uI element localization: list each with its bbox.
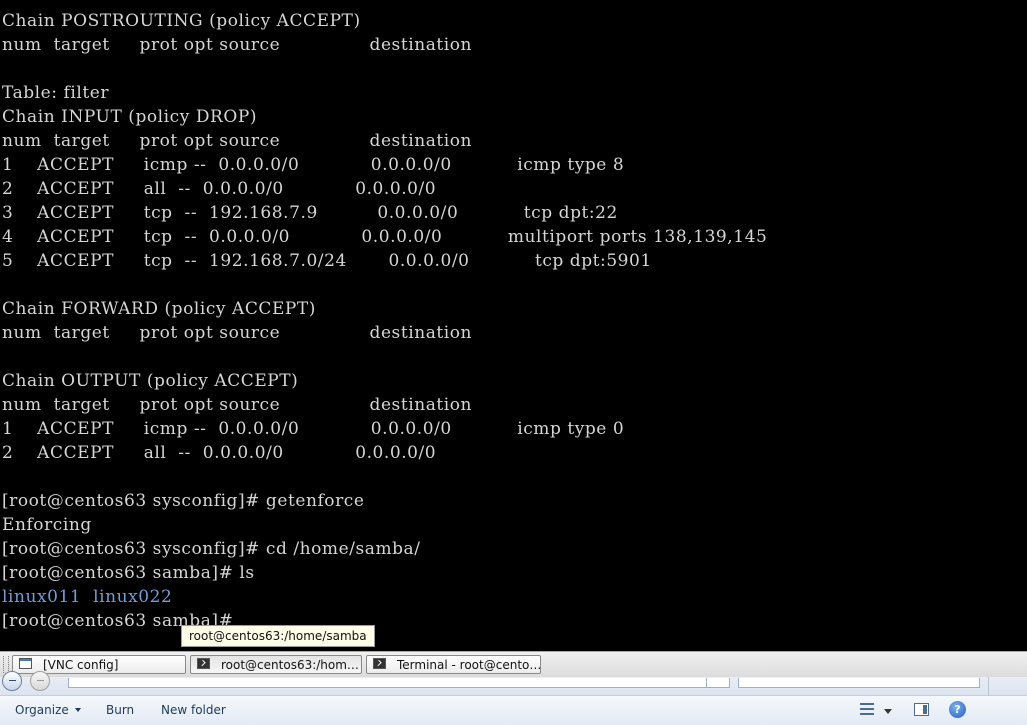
terminal-line: num target prot opt source destination [2,323,473,343]
search-input[interactable] [738,678,980,688]
taskbar-tooltip: root@centos63:/home/samba [181,625,375,647]
burn-button[interactable]: Burn [106,703,134,717]
ls-output-line: linux011 linux022 [2,585,172,609]
directory-entry: linux022 [93,587,173,607]
terminal-window[interactable]: Chain POSTROUTING (policy ACCEPT) num ta… [0,0,1027,651]
forward-button[interactable] [30,671,50,691]
file-explorer-window: Organize Burn New folder ? [0,671,1027,725]
back-button[interactable] [2,671,22,691]
task-label: Terminal - root@cento… [397,658,541,672]
preview-pane-icon[interactable] [914,703,929,716]
terminal-line: 4 ACCEPT tcp -- 0.0.0.0/0 0.0.0.0/0 mult… [2,227,768,247]
address-bar-divider [706,678,707,688]
terminal-line: 1 ACCEPT icmp -- 0.0.0.0/0 0.0.0.0/0 icm… [2,419,625,439]
terminal-icon [373,658,386,669]
terminal-line: 1 ACCEPT icmp -- 0.0.0.0/0 0.0.0.0/0 icm… [2,155,625,175]
terminal-line: 5 ACCEPT tcp -- 192.168.7.0/24 0.0.0.0/0… [2,251,652,271]
terminal-line: Chain POSTROUTING (policy ACCEPT) [2,11,361,31]
views-icon[interactable] [860,703,874,716]
terminal-line: 3 ACCEPT tcp -- 192.168.7.9 0.0.0.0/0 tc… [2,203,618,223]
new-folder-button[interactable]: New folder [161,703,226,717]
chevron-down-icon [74,708,81,712]
task-button-terminal[interactable]: Terminal - root@cento… [366,655,541,674]
terminal-line: Enforcing [2,515,92,535]
directory-entry: linux011 [2,587,82,607]
terminal-line: num target prot opt source destination [2,35,473,55]
organize-button[interactable]: Organize [15,703,81,717]
task-button-terminal-home-samba[interactable]: root@centos63:/hom… [190,655,362,674]
terminal-line: num target prot opt source destination [2,395,473,415]
window-icon [19,658,32,669]
terminal-line: Chain OUTPUT (policy ACCEPT) [2,371,299,391]
terminal-icon [197,658,210,669]
command-bar: Organize Burn New folder ? [0,696,1027,725]
terminal-line: [root@centos63 samba]# ls [2,563,255,583]
taskbar: [VNC config] root@centos63:/hom… Termina… [0,651,1027,677]
task-label: root@centos63:/hom… [221,658,359,672]
terminal-line: 2 ACCEPT all -- 0.0.0.0/0 0.0.0.0/0 [2,179,437,199]
address-bar[interactable] [68,678,730,688]
task-label: [VNC config] [43,658,119,672]
chevron-down-icon[interactable] [884,709,892,714]
navigation-bar [0,671,1027,696]
organize-label: Organize [15,703,69,717]
terminal-line: Table: filter [2,83,109,103]
terminal-line: [root@centos63 sysconfig]# cd /home/samb… [2,539,421,559]
help-icon[interactable]: ? [949,701,966,718]
terminal-line: Chain FORWARD (policy ACCEPT) [2,299,316,319]
terminal-line: Chain INPUT (policy DROP) [2,107,258,127]
terminal-line: num target prot opt source destination [2,131,473,151]
terminal-line: 2 ACCEPT all -- 0.0.0.0/0 0.0.0.0/0 [2,443,437,463]
terminal-line: [root@centos63 sysconfig]# getenforce [2,491,365,511]
